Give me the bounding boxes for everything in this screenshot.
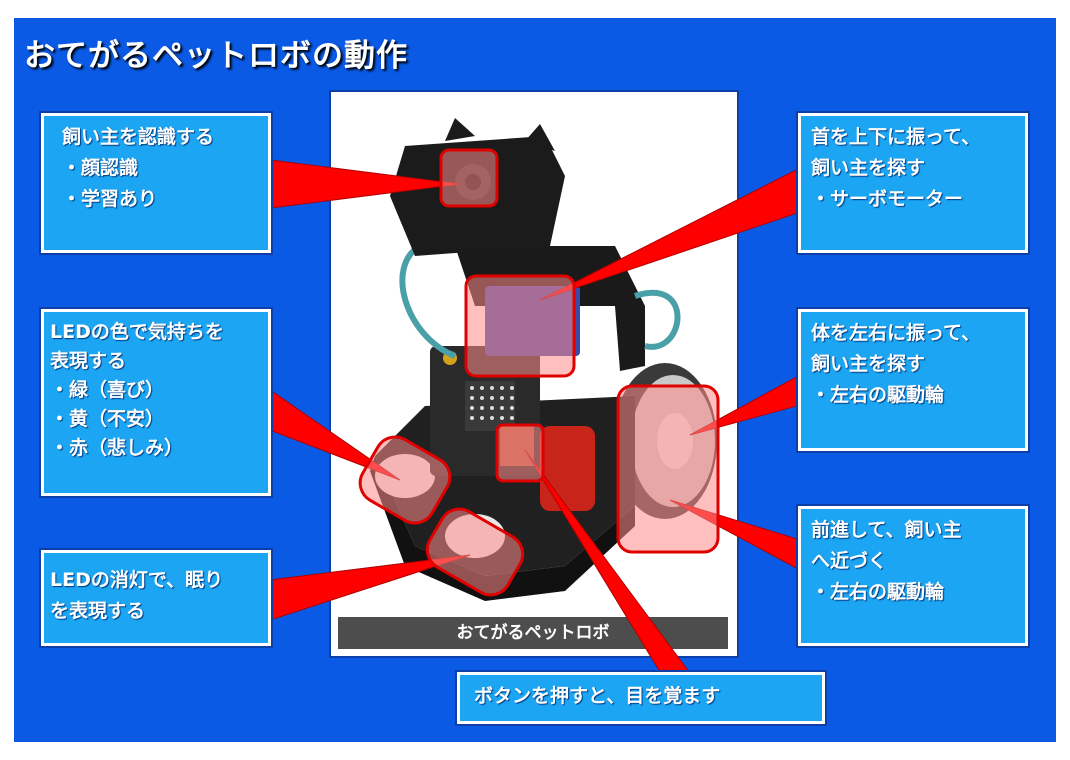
callout-recognize: 飼い主を認識する ・顔認識 ・学習あり — [39, 111, 273, 255]
highlight-button — [495, 423, 545, 483]
highlight-servo — [464, 274, 576, 378]
pointer-neck — [539, 167, 801, 301]
pointer-recognize — [269, 159, 461, 209]
callout-led-color: LEDの色で気持ちを 表現する ・緑（喜び） ・黄（不安） ・赤（悲しみ） — [39, 307, 273, 498]
callout-button: ボタンを押すと、目を覚ます — [455, 670, 827, 726]
callout-neck: 首を上下に振って、 飼い主を探す ・サーボモーター — [796, 111, 1030, 255]
highlight-camera — [439, 148, 499, 208]
highlight-wheel — [616, 384, 720, 554]
highlight-led-bottom — [425, 507, 525, 597]
callout-led-off: LEDの消灯で、眠り を表現する — [39, 548, 273, 648]
callout-body: 体を左右に振って、 飼い主を探す ・左右の駆動輪 — [796, 307, 1030, 453]
highlight-led-left — [358, 435, 452, 525]
callout-forward: 前進して、飼い主 へ近づく ・左右の駆動輪 — [796, 504, 1030, 648]
